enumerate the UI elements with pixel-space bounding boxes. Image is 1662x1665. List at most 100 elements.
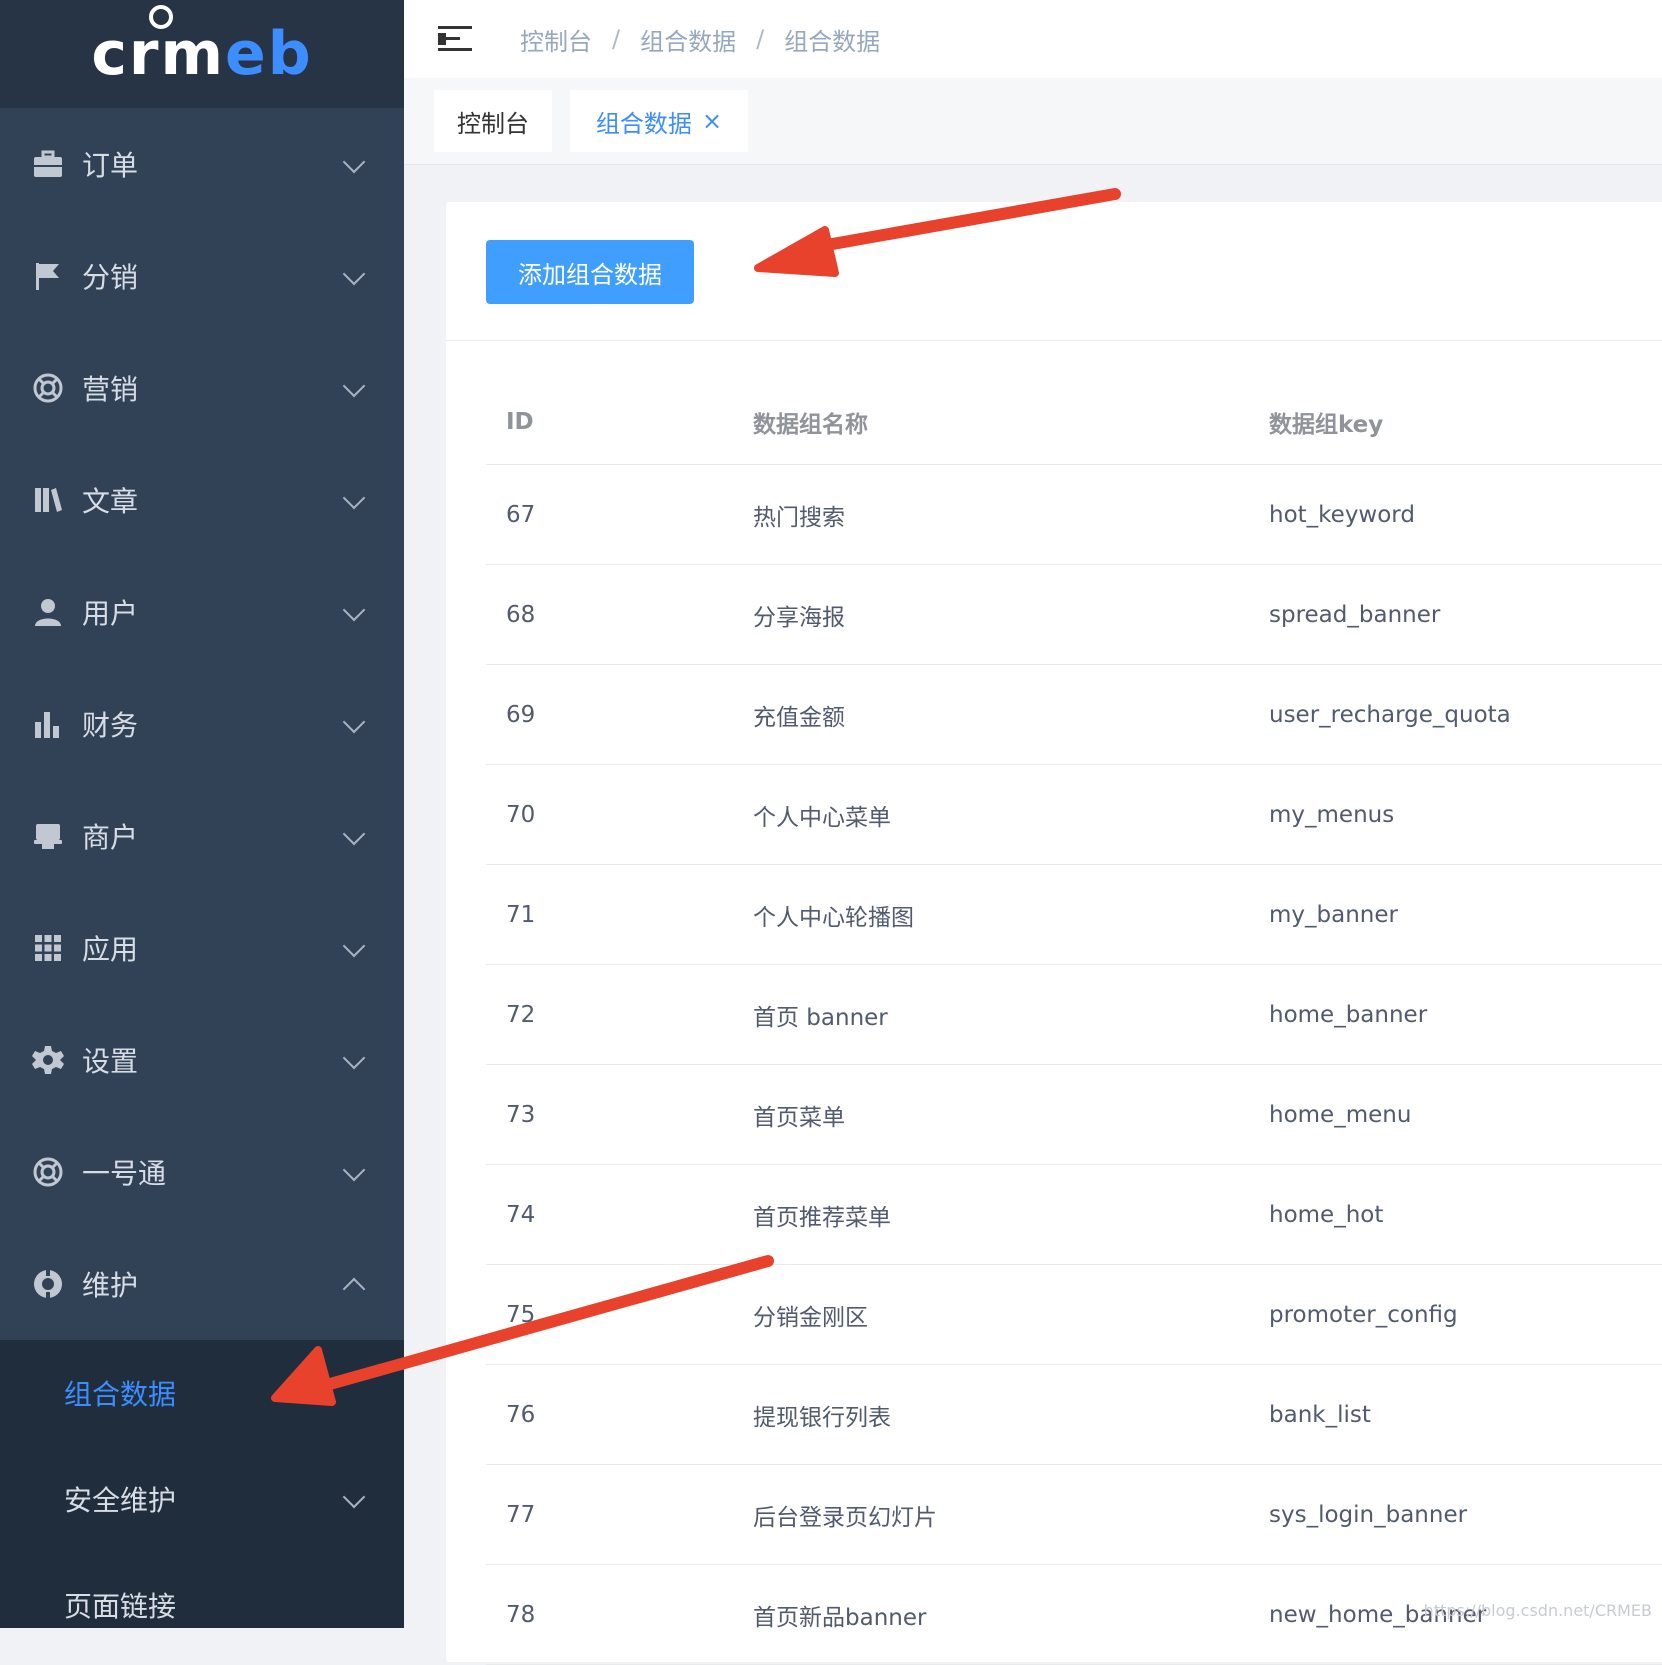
sidebar-subitem-combined-data[interactable]: 组合数据 [0,1340,404,1446]
sidebar-subitem-label: 安全维护 [64,1484,177,1517]
chevron-down-icon [342,598,366,622]
cell-name: 后台登录页幻灯片 [752,1464,1268,1565]
sidebar-item-finance[interactable]: 财务 [0,668,404,780]
cell-name: 首页 banner [752,964,1268,1065]
cell-name: 首页推荐菜单 [752,1164,1268,1265]
cell-key: promoter_config [1268,1264,1662,1365]
breadcrumb-item[interactable]: 组合数据 [640,22,736,57]
sidebar-item-order[interactable]: 订单 [0,108,404,220]
cell-key: my_menus [1268,764,1662,865]
user-icon [32,596,64,628]
close-icon[interactable]: × [702,107,722,135]
chevron-down-icon [342,150,366,174]
menu-toggle-icon[interactable] [438,24,472,54]
cell-id: 73 [486,1064,752,1165]
table-row[interactable]: 75 分销金刚区 promoter_config [486,1264,1662,1365]
tab-dashboard[interactable]: 控制台 [434,90,552,152]
column-header-name[interactable]: 数据组名称 [752,380,1268,465]
sidebar-item-label: 财务 [82,709,139,742]
bar-chart-icon [32,708,64,740]
cell-id: 68 [486,564,752,665]
maintenance-icon [32,1268,64,1300]
column-header-id[interactable]: ID [486,380,752,465]
cell-key: sys_login_banner [1268,1464,1662,1565]
library-icon [32,484,64,516]
table-row[interactable]: 70 个人中心菜单 my_menus [486,764,1662,865]
table-row[interactable]: 67 热门搜索 hot_keyword [486,464,1662,565]
sidebar-subitem-page-links[interactable]: 页面链接 [0,1552,404,1628]
sidebar-subitem-security[interactable]: 安全维护 [0,1446,404,1552]
sidebar-item-maintenance[interactable]: 维护 [0,1228,404,1340]
table-row[interactable]: 73 首页菜单 home_menu [486,1064,1662,1165]
table-row[interactable]: 74 首页推荐菜单 home_hot [486,1164,1662,1265]
sidebar-item-label: 文章 [82,485,139,518]
cell-key: user_recharge_quota [1268,664,1662,765]
cell-id: 77 [486,1464,752,1565]
cell-id: 78 [486,1564,752,1665]
cell-name: 充值金额 [752,664,1268,765]
sidebar-item-merchant[interactable]: 商户 [0,780,404,892]
cell-id: 67 [486,464,752,565]
sidebar-item-settings[interactable]: 设置 [0,1004,404,1116]
cell-name: 首页新品banner [752,1564,1268,1665]
sidebar-item-marketing[interactable]: 营销 [0,332,404,444]
sidebar-item-label: 营销 [82,373,139,406]
grid-icon [32,932,64,964]
sidebar: crmeb 订单 分销 营销 文章 用户 财务 商户 应用 设置 一号通 维护 … [0,0,404,1628]
lifebuoy-icon [32,372,64,404]
breadcrumb-separator: / [756,25,765,53]
table-row[interactable]: 77 后台登录页幻灯片 sys_login_banner [486,1464,1662,1565]
chevron-down-icon [342,710,366,734]
sidebar-subitem-label: 组合数据 [64,1378,177,1411]
table-row[interactable]: 71 个人中心轮播图 my_banner [486,864,1662,965]
breadcrumb-item[interactable]: 控制台 [520,22,592,57]
cell-key: spread_banner [1268,564,1662,665]
table-row[interactable]: 68 分享海报 spread_banner [486,564,1662,665]
breadcrumb-item: 组合数据 [784,27,881,56]
sidebar-item-distribution[interactable]: 分销 [0,220,404,332]
cell-id: 75 [486,1264,752,1365]
logo[interactable]: crmeb [0,0,404,108]
table-row[interactable]: 69 充值金额 user_recharge_quota [486,664,1662,765]
cell-key: bank_list [1268,1364,1662,1465]
table-row[interactable]: 72 首页 banner home_banner [486,964,1662,1065]
cell-name: 热门搜索 [752,464,1268,565]
column-header-key[interactable]: 数据组key [1268,380,1662,465]
watermark: https://blog.csdn.net/CRMEB [1423,1601,1652,1620]
tab-label: 组合数据 [595,109,692,138]
briefcase-icon [32,148,64,180]
breadcrumb-separator: / [612,25,621,53]
sidebar-item-apps[interactable]: 应用 [0,892,404,1004]
tab-combined-data[interactable]: 组合数据 × [570,90,748,152]
cell-name: 分销金刚区 [752,1264,1268,1365]
cell-name: 首页菜单 [752,1064,1268,1165]
top-header: 控制台 / 组合数据 / 组合数据 [404,0,1662,78]
cell-name: 提现银行列表 [752,1364,1268,1465]
chevron-down-icon [342,1046,366,1070]
data-table-wrapper: ID 数据组名称 数据组key 67 热门搜索 hot_keyword 68 分享海报 s… [486,380,1662,1665]
sidebar-item-label: 设置 [82,1045,139,1078]
maintenance-submenu: 组合数据 安全维护 页面链接 [0,1340,404,1628]
table-row[interactable]: 76 提现银行列表 bank_list [486,1364,1662,1465]
sidebar-item-label: 应用 [82,933,139,966]
sidebar-item-label: 订单 [82,149,139,182]
gear-icon [32,1044,64,1076]
sidebar-item-label: 维护 [82,1269,139,1302]
sidebar-item-yihaotong[interactable]: 一号通 [0,1116,404,1228]
cell-id: 74 [486,1164,752,1265]
sidebar-item-user[interactable]: 用户 [0,556,404,668]
cell-id: 72 [486,964,752,1065]
cell-id: 71 [486,864,752,965]
logo-main: crm [91,19,226,89]
cell-name: 分享海报 [752,564,1268,665]
add-combined-data-button[interactable]: 添加组合数据 [486,240,694,304]
sidebar-item-label: 用户 [82,597,139,630]
tab-label: 控制台 [457,109,529,138]
sidebar-item-article[interactable]: 文章 [0,444,404,556]
store-icon [32,820,64,852]
chevron-down-icon [342,374,366,398]
cell-key: home_hot [1268,1164,1662,1265]
flag-icon [32,260,64,292]
cell-key: home_banner [1268,964,1662,1065]
logo-accent: eb [225,19,313,89]
